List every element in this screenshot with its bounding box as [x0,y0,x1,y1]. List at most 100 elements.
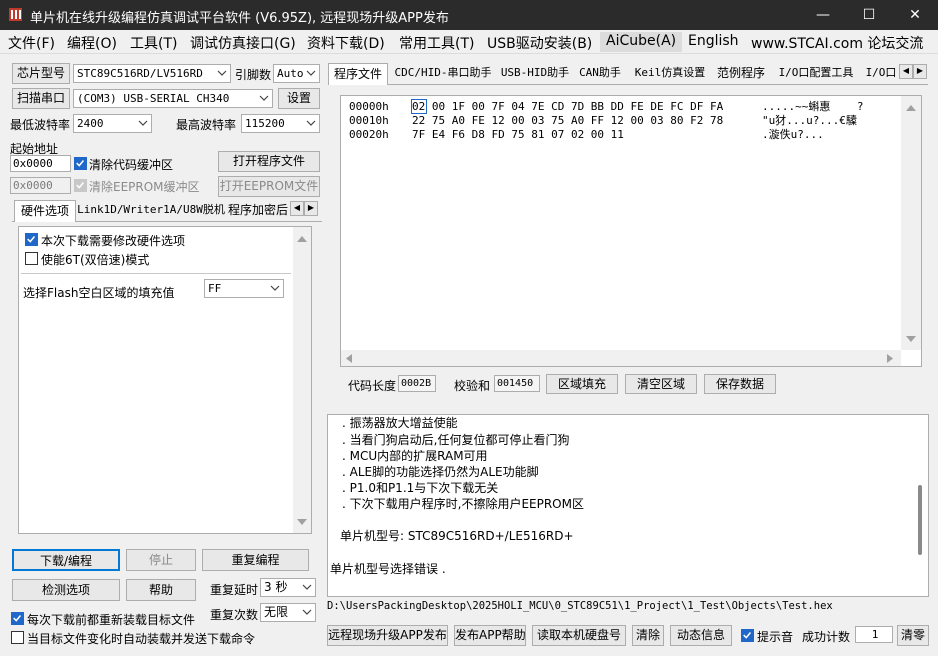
tab-usb-hid[interactable]: USB-HID助手 [498,63,572,84]
pin-count-select[interactable]: Auto [273,64,320,83]
max-baud-label: 最高波特率 [176,118,237,132]
menu-file[interactable]: 文件(F) [8,33,55,53]
port-select[interactable]: (COM3) USB-SERIAL CH340 [73,89,273,108]
scroll-up-icon [297,236,307,242]
right-tab-scroll-left-button[interactable]: ◀ [899,64,913,79]
tab-io-more[interactable]: I/O口 [864,63,898,84]
scroll-down-icon [297,519,307,525]
divider [21,273,291,274]
remote-upgrade-publish-button[interactable]: 远程现场升级APP发布 [327,625,448,646]
tab-scroll-left-button[interactable]: ◀ [290,201,304,216]
clear-eeprom-label: 清除EEPROM缓冲区 [89,180,200,194]
title-bar: 单片机在线升级编程仿真调试平台软件 (V6.95Z), 远程现场升级APP发布 … [0,0,938,30]
menu-tools[interactable]: 工具(T) [130,33,177,53]
code-address-input[interactable]: 0x0000 [10,155,71,172]
hex-horizontal-scrollbar[interactable] [341,350,901,366]
minimize-button[interactable]: — [800,0,846,30]
check-options-button[interactable]: 检测选项 [12,579,120,601]
chip-model-button[interactable]: 芯片型号 [12,63,70,84]
scan-port-button[interactable]: 扫描串口 [12,88,70,109]
menu-aicube[interactable]: AiCube(A) [600,32,683,52]
hex-address: 00020h [349,128,389,141]
log-line: . MCU内部的扩展RAM可用 [342,449,488,463]
scroll-right-icon [887,354,893,363]
dynamic-info-button[interactable]: 动态信息 [670,625,732,646]
port-settings-button[interactable]: 设置 [278,88,320,109]
tab-program-file[interactable]: 程序文件 [328,63,388,85]
reprogram-button[interactable]: 重复编程 [202,549,309,571]
menu-english[interactable]: English [688,33,739,49]
right-tab-bar: 程序文件 CDC/HID-串口助手 USB-HID助手 CAN助手 Keil仿真… [328,63,928,85]
chevron-down-icon [138,120,148,126]
right-tab-scroll-right-button[interactable]: ▶ [913,64,927,79]
chevron-down-icon [270,285,280,291]
publish-app-help-button[interactable]: 发布APP帮助 [454,625,526,646]
hex-ascii: .漩佚u?... [762,128,824,141]
help-button[interactable]: 帮助 [126,579,196,601]
save-data-button[interactable]: 保存数据 [704,374,776,394]
log-output[interactable]: . 振荡器放大增益使能 . 当看门狗启动后,任何复位都可停止看门狗 . MCU内… [327,414,929,597]
maximize-button[interactable]: ☐ [846,0,892,30]
success-count-value: 1 [855,626,893,643]
menu-usb-driver[interactable]: USB驱动安装(B) [487,33,592,53]
menu-common-tools[interactable]: 常用工具(T) [399,33,474,53]
chevron-down-icon [217,70,227,76]
chevron-down-icon [306,70,316,76]
read-disk-id-button[interactable]: 读取本机硬盘号 [532,625,626,646]
file-path: D:\UsersPackingDesktop\2025HOLI_MCU\0_ST… [327,600,833,612]
tab-keil-emulation[interactable]: Keil仿真设置 [630,63,710,84]
auto-send-checkbox[interactable] [11,631,24,644]
hw-options-scrollbar[interactable] [293,227,311,533]
hex-address: 00010h [349,114,389,127]
tab-example-programs[interactable]: 范例程序 [714,63,768,84]
tab-link1d-offline[interactable]: Link1D/Writer1A/U8W脱机 [76,200,226,221]
menu-program[interactable]: 编程(O) [67,33,117,53]
download-program-button[interactable]: 下载/编程 [12,549,120,571]
app-logo-icon [9,8,22,21]
tab-scroll-right-button[interactable]: ▶ [304,201,318,216]
beep-label: 提示音 [757,630,794,644]
modify-hw-options-checkbox[interactable] [25,233,38,246]
log-scrollbar-thumb[interactable] [918,485,922,555]
menu-website-forum[interactable]: www.STCAI.com 论坛交流 [751,33,923,53]
tab-hardware-options[interactable]: 硬件选项 [14,200,76,222]
tab-cdc-hid-serial[interactable]: CDC/HID-串口助手 [390,63,496,84]
repeat-count-select[interactable]: 无限 [260,603,316,622]
stop-button[interactable]: 停止 [126,549,196,571]
checkmark-icon [13,615,22,622]
flash-fill-label: 选择Flash空白区域的填充值 [23,286,175,300]
hex-vertical-scrollbar[interactable] [901,96,921,350]
beep-checkbox[interactable] [741,629,754,642]
clear-eeprom-checkbox[interactable] [74,179,87,192]
clear-region-button[interactable]: 清空区域 [625,374,697,394]
open-program-file-button[interactable]: 打开程序文件 [218,151,320,172]
enable-6t-checkbox[interactable] [25,252,38,265]
code-length-label: 代码长度 [348,379,397,393]
max-baud-select[interactable]: 115200 [241,114,320,133]
chip-model-select[interactable]: STC89C516RD/LV516RD [73,64,231,83]
hardware-options-panel: 本次下载需要修改硬件选项 使能6T(双倍速)模式 选择Flash空白区域的填充值… [18,226,312,534]
clear-log-button[interactable]: 清除 [632,625,664,646]
close-button[interactable]: ✕ [892,0,938,30]
repeat-delay-select[interactable]: 3 秒 [260,578,316,597]
tab-program-encryption[interactable]: 程序加密后 [226,200,290,221]
clear-code-checkbox[interactable] [74,157,87,170]
open-eeprom-file-button[interactable]: 打开EEPROM文件 [218,176,320,197]
tab-can-assistant[interactable]: CAN助手 [575,63,625,84]
reload-before-download-checkbox[interactable] [11,612,24,625]
tab-io-config-tool[interactable]: I/O口配置工具 [772,63,860,84]
success-count-label: 成功计数 [802,630,851,644]
modify-hw-options-label: 本次下载需要修改硬件选项 [41,234,186,248]
hex-ascii: "u犲...u?...€驝 [762,114,857,127]
menu-debug-interface[interactable]: 调试仿真接口(G) [190,33,296,53]
chevron-down-icon [259,95,269,101]
min-baud-label: 最低波特率 [10,118,71,132]
menu-downloads[interactable]: 资料下载(D) [307,33,385,53]
reset-count-button[interactable]: 清零 [897,625,929,646]
min-baud-select[interactable]: 2400 [73,114,152,133]
flash-fill-select[interactable]: FF [204,279,284,298]
auto-send-label: 当目标文件变化时自动装载并发送下载命令 [27,632,256,646]
hex-view[interactable]: 00000h 02 00 1F 00 7F 04 7E CD 7D BB DD … [340,95,922,367]
eeprom-address-input[interactable]: 0x0000 [10,177,71,194]
fill-region-button[interactable]: 区域填充 [546,374,618,394]
